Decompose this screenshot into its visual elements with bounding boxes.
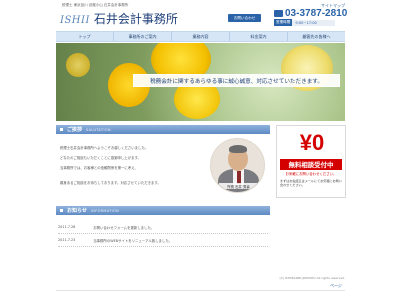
news-item[interactable]: 2011.7.23 当事務所のWEBサイトをリニューアル致しました。: [58, 238, 268, 247]
bullet-icon: [60, 128, 63, 131]
nav-item-services[interactable]: 業務内容: [172, 32, 230, 41]
logo-en: ISHII: [60, 15, 90, 26]
site-logo[interactable]: ISHII 石井会計事務所: [60, 10, 178, 27]
business-hours: 営業時間 9:00~17:00: [274, 19, 336, 26]
page-top-link[interactable]: ページ: [330, 283, 342, 289]
news-text: 当事務所のWEBサイトをリニューアル致しました。: [93, 239, 173, 243]
director-portrait: 所長 石井 秀喜: [210, 138, 265, 193]
bullet-icon: [60, 209, 63, 212]
footer-divider: [56, 290, 345, 291]
ad-price: ¥0: [299, 130, 325, 155]
hours-value: 9:00~17:00: [292, 19, 336, 26]
site-tagline: 税理士 東京品川 武蔵小山 石井会計事務所: [62, 3, 129, 7]
main-nav: トップ 事務所のご案内 業務内容 料金案内 顧客先の皆様へ: [56, 31, 345, 42]
ad-note: まずはお電話又はメールにてお気軽にお問い合わせください。: [280, 179, 342, 188]
nav-item-office[interactable]: 事務所のご案内: [114, 32, 172, 41]
phone-block: 03-3787-2810: [274, 8, 347, 19]
phone-number: 03-3787-2810: [285, 8, 348, 19]
news-text: お問い合わせフォームを更新しました。: [93, 226, 155, 230]
news-title: お知らせ: [67, 208, 87, 214]
logo-jp: 石井会計事務所: [93, 12, 178, 26]
free-consultation-banner[interactable]: ¥0 無料相談受付中 お気軽にお問い合わせください。 まずはお電話又はメールにて…: [276, 125, 346, 198]
nav-item-top[interactable]: トップ: [56, 32, 114, 41]
greeting-line: どなたのご相談もいただくことに感謝申し上げます。: [60, 156, 141, 160]
ad-free-label: 無料相談受付中: [280, 159, 342, 170]
nav-item-fees[interactable]: 料金案内: [230, 32, 288, 41]
copyright: (C) ISHIIKAIKEI-JIMUSHO All rights reser…: [279, 276, 345, 280]
greeting-line: 親身あるご相談をお待ちしております。対応させていただきます。: [60, 181, 161, 185]
news-date: 2011.7.23: [58, 238, 76, 242]
greeting-header: ご挨拶 SALUTATION: [56, 125, 270, 134]
phone-icon: [274, 10, 283, 17]
hours-label: 営業時間: [274, 19, 293, 26]
greeting-title: ご挨拶: [67, 127, 83, 133]
flower-image: [66, 53, 90, 77]
greeting-line: 税理士石井会計事務所へようこそお越しくださいました。: [60, 146, 149, 150]
hero-caption: 税務会計に関するあらゆる事に誠心誠意、対応させていただきます。: [133, 74, 340, 87]
news-title-en: INFORMATION: [90, 208, 120, 213]
greeting-line: 当事務所では、お客様との信頼関係を第一に考え、: [60, 166, 138, 170]
news-header: お知らせ INFORMATION: [56, 206, 270, 215]
ad-free-sub: お気軽にお問い合わせください。: [285, 172, 337, 176]
greeting-title-en: SALUTATION: [86, 127, 111, 132]
news-item[interactable]: 2011.7.26 お問い合わせフォームを更新しました。: [58, 225, 268, 234]
news-date: 2011.7.26: [58, 225, 76, 229]
portrait-name: 所長 石井 秀喜: [219, 183, 258, 189]
contact-button[interactable]: お問い合わせ: [228, 14, 261, 22]
portrait-hair: [229, 145, 247, 153]
nav-item-clients[interactable]: 顧客先の皆様へ: [288, 32, 345, 41]
